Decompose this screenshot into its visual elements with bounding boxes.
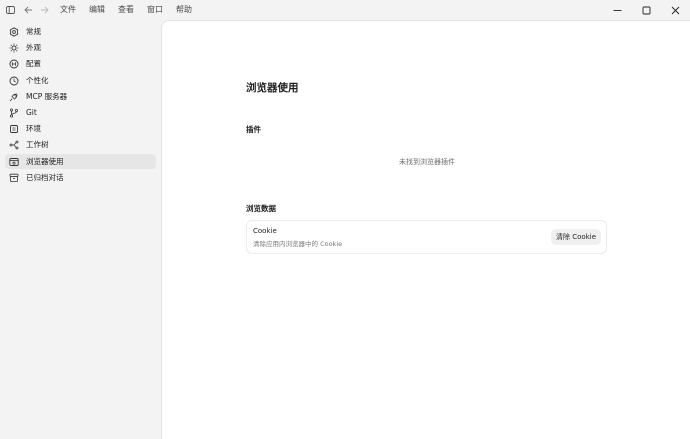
sidebar-item-general[interactable]: 常规 [5, 24, 156, 39]
forward-arrow-icon[interactable] [36, 3, 52, 17]
sidebar-item-label: 浏览器使用 [26, 157, 64, 166]
config-icon [8, 58, 20, 70]
cookie-card-description: 清除应用内浏览器中的 Cookie [253, 240, 343, 248]
sidebar-item-label: Git [26, 108, 37, 117]
clock-icon [8, 75, 20, 87]
git-branch-icon [8, 107, 20, 119]
settings-gear-icon [8, 26, 20, 38]
back-arrow-icon[interactable] [20, 3, 36, 17]
worktree-icon [8, 139, 20, 151]
sidebar-item-archived-chats[interactable]: 已归档对话 [5, 170, 156, 185]
archive-icon [8, 172, 20, 184]
menu-view[interactable]: 查看 [118, 0, 134, 20]
menu-bar: 文件 编辑 查看 窗口 帮助 [60, 0, 205, 20]
window-controls [603, 0, 690, 20]
sidebar-item-personalization[interactable]: 个性化 [5, 73, 156, 88]
minimize-icon[interactable] [603, 0, 632, 20]
sidebar-item-label: 常规 [26, 27, 41, 36]
sidebar-item-label: 工作树 [26, 140, 49, 149]
sidebar-item-browser-use[interactable]: 浏览器使用 [5, 154, 156, 169]
menu-file[interactable]: 文件 [60, 0, 76, 20]
sidebar-item-label: 个性化 [26, 76, 49, 85]
sidebar-item-mcp-servers[interactable]: MCP 服务器 [5, 89, 156, 104]
sidebar-item-label: 外观 [26, 43, 41, 52]
menu-window[interactable]: 窗口 [147, 0, 163, 20]
sidebar-item-worktree[interactable]: 工作树 [5, 137, 156, 152]
browser-icon [8, 156, 20, 168]
menu-help[interactable]: 帮助 [176, 0, 192, 20]
cloud-icon [8, 123, 20, 135]
sidebar-toggle-icon[interactable] [3, 3, 17, 17]
sidebar-item-label: 配置 [26, 59, 41, 68]
sidebar-item-label: 环境 [26, 124, 41, 133]
sidebar-item-environment[interactable]: 环境 [5, 121, 156, 136]
sidebar-item-git[interactable]: Git [5, 105, 156, 120]
plug-icon [8, 91, 20, 103]
menu-edit[interactable]: 编辑 [89, 0, 105, 20]
cookie-card: Cookie 清除应用内浏览器中的 Cookie 清除 Cookie [246, 220, 607, 254]
main-panel: 浏览器使用 插件 未找到浏览器插件 浏览数据 Cookie 清除应用内浏览器中的… [161, 20, 690, 439]
clear-cookie-button[interactable]: 清除 Cookie [551, 229, 601, 245]
sidebar-item-appearance[interactable]: 外观 [5, 40, 156, 55]
settings-sidebar: 常规 外观 配置 个性化 MCP 服务器 Git 环境 工作树 浏览器使用 已归… [0, 20, 161, 439]
close-icon[interactable] [661, 0, 690, 20]
page-title: 浏览器使用 [246, 82, 299, 94]
sidebar-item-label: MCP 服务器 [26, 92, 68, 101]
browsing-data-section-title: 浏览数据 [246, 204, 276, 213]
sidebar-item-config[interactable]: 配置 [5, 56, 156, 71]
sidebar-item-label: 已归档对话 [26, 173, 64, 182]
maximize-icon[interactable] [632, 0, 661, 20]
title-bar: 文件 编辑 查看 窗口 帮助 [0, 0, 690, 20]
sun-icon [8, 42, 20, 54]
plugins-empty-message: 未找到浏览器插件 [399, 158, 455, 166]
plugins-section-title: 插件 [246, 125, 261, 134]
cookie-card-title: Cookie [253, 227, 277, 235]
